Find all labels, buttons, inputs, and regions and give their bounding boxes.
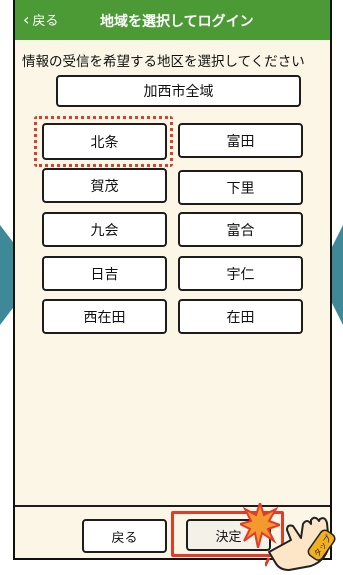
header-bar: ‹ 戻る 地域を選択してログイン <box>15 0 330 40</box>
district-button-hiyoshi[interactable]: 日吉 <box>42 256 167 291</box>
district-button-uni[interactable]: 宇仁 <box>178 256 303 291</box>
district-button-nishiarita[interactable]: 西在田 <box>42 299 167 334</box>
district-button-hojo[interactable]: 北条 <box>42 123 167 160</box>
district-button-arita[interactable]: 在田 <box>178 299 303 334</box>
page-title: 地域を選択してログイン <box>100 14 254 30</box>
back-link-label: 戻る <box>32 14 59 29</box>
district-button-kue[interactable]: 九会 <box>42 212 167 247</box>
back-button[interactable]: 戻る <box>82 519 167 553</box>
district-button-tomiai[interactable]: 富合 <box>178 212 303 247</box>
all-region-button[interactable]: 加西市全域 <box>56 75 301 107</box>
district-button-tomita[interactable]: 富田 <box>178 123 303 158</box>
district-button-kamo[interactable]: 賀茂 <box>42 168 167 203</box>
back-link[interactable]: ‹ 戻る <box>23 10 58 29</box>
instruction-text: 情報の受信を希望する地区を選択してください <box>22 54 305 70</box>
district-button-shimosato[interactable]: 下里 <box>178 170 303 205</box>
phone-screen: ‹ 戻る 地域を選択してログイン 情報の受信を希望する地区を選択してください 加… <box>13 0 332 560</box>
chevron-left-icon: ‹ <box>23 9 30 29</box>
tapping-hand-icon: タップ <box>265 516 336 571</box>
